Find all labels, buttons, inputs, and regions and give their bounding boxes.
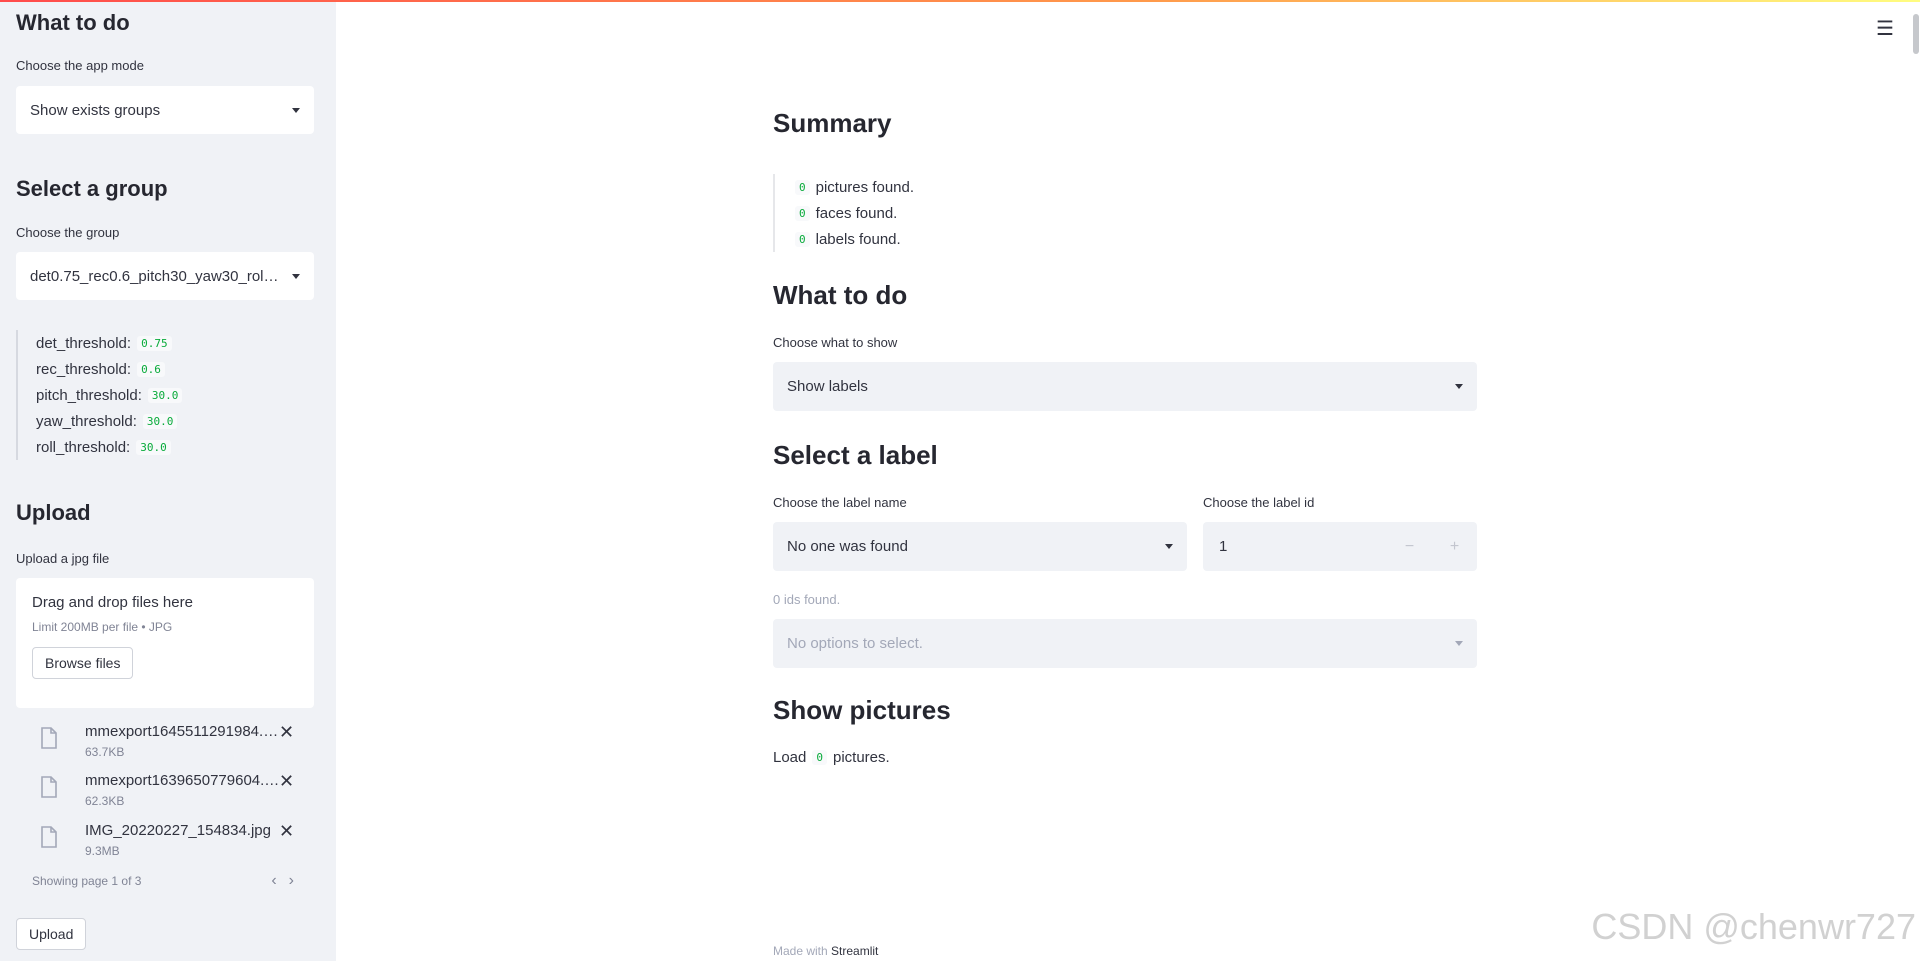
summary-count: 0 xyxy=(795,205,810,221)
file-name: mmexport1639650779604.jpg xyxy=(85,772,281,789)
chevron-down-icon xyxy=(1165,544,1173,549)
plus-icon[interactable]: + xyxy=(1432,522,1477,571)
thresholds-list: det_threshold: 0.75 rec_threshold: 0.6 pit… xyxy=(16,330,306,460)
ids-found-text: 0 ids found. xyxy=(773,592,841,607)
label-name-value: No one was found xyxy=(787,538,908,555)
threshold-value: 30.0 xyxy=(142,413,178,429)
top-decoration-bar xyxy=(0,0,1920,2)
summary-text: pictures found. xyxy=(815,178,915,196)
show-value: Show labels xyxy=(787,378,868,395)
upload-label: Upload a jpg file xyxy=(16,551,110,566)
threshold-name: rec_threshold: xyxy=(36,360,132,378)
summary-list: 0 pictures found. 0 faces found. 0 labels f… xyxy=(773,174,914,252)
sidebar: What to do Choose the app mode Show exis… xyxy=(0,0,336,961)
load-prefix: Load xyxy=(773,749,807,766)
file-dropzone[interactable]: Drag and drop files here Limit 200MB per… xyxy=(16,578,314,708)
group-label: Choose the group xyxy=(16,225,120,240)
show-pictures-title: Show pictures xyxy=(773,695,951,725)
main-content: ☰ Summary 0 pictures found. 0 faces found.… xyxy=(336,0,1920,961)
summary-row: 0 labels found. xyxy=(795,226,914,252)
threshold-value: 0.6 xyxy=(137,361,165,377)
uploaded-file-item: IMG_20220227_154834.jpg 9.3MB ✕ xyxy=(32,821,312,870)
app-mode-label: Choose the app mode xyxy=(16,58,144,73)
scrollbar-thumb[interactable] xyxy=(1913,14,1919,54)
summary-row: 0 pictures found. xyxy=(795,174,914,200)
summary-title: Summary xyxy=(773,108,892,138)
chevron-down-icon xyxy=(1455,384,1463,389)
ids-select-placeholder: No options to select. xyxy=(787,635,923,652)
what-to-do-title: What to do xyxy=(773,280,908,310)
label-id-label: Choose the label id xyxy=(1203,495,1315,510)
app-mode-value: Show exists groups xyxy=(30,101,161,119)
minus-icon[interactable]: − xyxy=(1387,522,1432,571)
close-icon[interactable]: ✕ xyxy=(279,771,294,792)
pager-text: Showing page 1 of 3 xyxy=(32,874,142,888)
ids-select[interactable]: No options to select. xyxy=(773,619,1477,668)
summary-count: 0 xyxy=(795,179,810,195)
threshold-row: pitch_threshold: 30.0 xyxy=(36,382,306,408)
show-label: Choose what to show xyxy=(773,335,898,350)
file-icon xyxy=(41,727,57,749)
file-name: IMG_20220227_154834.jpg xyxy=(85,822,271,839)
sidebar-title-select-group: Select a group xyxy=(16,176,168,201)
chevron-right-icon[interactable]: › xyxy=(289,872,294,890)
file-icon xyxy=(41,826,57,848)
chevron-down-icon xyxy=(292,273,300,279)
file-name: mmexport1645511291984.jpg xyxy=(85,723,281,740)
summary-row: 0 faces found. xyxy=(795,200,914,226)
label-id-stepper[interactable]: 1 − + xyxy=(1203,522,1477,571)
chevron-down-icon xyxy=(1455,641,1463,646)
sidebar-title-upload: Upload xyxy=(16,500,91,525)
label-id-value[interactable]: 1 xyxy=(1203,538,1387,555)
close-icon[interactable]: ✕ xyxy=(279,722,294,743)
group-value: det0.75_rec0.6_pitch30_yaw30_rol… xyxy=(30,267,279,285)
browse-files-button[interactable]: Browse files xyxy=(32,647,134,679)
threshold-value: 30.0 xyxy=(147,387,183,403)
threshold-row: yaw_threshold: 30.0 xyxy=(36,408,306,434)
upload-button[interactable]: Upload xyxy=(16,918,87,950)
threshold-name: roll_threshold: xyxy=(36,438,131,456)
footer-brand-link[interactable]: Streamlit xyxy=(831,944,878,958)
threshold-value: 30.0 xyxy=(136,439,171,455)
chevron-down-icon xyxy=(292,107,300,113)
threshold-value: 0.75 xyxy=(137,335,172,351)
uploaded-file-item: mmexport1639650779604.jpg 62.3KB ✕ xyxy=(32,771,312,820)
file-icon xyxy=(41,776,57,798)
summary-text: faces found. xyxy=(815,204,898,222)
file-size: 9.3MB xyxy=(85,844,120,858)
footer-prefix: Made with xyxy=(773,944,828,958)
group-select[interactable]: det0.75_rec0.6_pitch30_yaw30_rol… xyxy=(16,252,314,300)
threshold-row: roll_threshold: 30.0 xyxy=(36,434,306,460)
file-size: 62.3KB xyxy=(85,794,125,808)
close-icon[interactable]: ✕ xyxy=(279,821,294,842)
hamburger-menu-icon[interactable]: ☰ xyxy=(1876,16,1894,41)
load-pictures-text: Load 0 pictures. xyxy=(773,749,890,766)
file-size: 63.7KB xyxy=(85,745,125,759)
summary-count: 0 xyxy=(795,231,810,247)
sidebar-title-what-to-do: What to do xyxy=(16,10,130,35)
threshold-row: det_threshold: 0.75 xyxy=(36,330,306,356)
footer: Made with Streamlit xyxy=(773,944,878,958)
watermark: CSDN @chenwr727 xyxy=(1591,906,1916,947)
app-mode-select[interactable]: Show exists groups xyxy=(16,86,314,134)
uploaded-file-item: mmexport1645511291984.jpg 63.7KB ✕ xyxy=(32,722,312,771)
dropzone-text: Drag and drop files here xyxy=(32,594,193,611)
scrollbar[interactable] xyxy=(1912,0,1920,961)
select-label-title: Select a label xyxy=(773,440,938,470)
threshold-row: rec_threshold: 0.6 xyxy=(36,356,306,382)
chevron-left-icon[interactable]: ‹ xyxy=(271,872,276,890)
threshold-name: yaw_threshold: xyxy=(36,412,137,430)
show-select[interactable]: Show labels xyxy=(773,362,1477,411)
load-count: 0 xyxy=(812,750,827,765)
threshold-name: pitch_threshold: xyxy=(36,386,142,404)
threshold-name: det_threshold: xyxy=(36,334,132,352)
load-suffix: pictures. xyxy=(833,749,890,766)
label-name-select[interactable]: No one was found xyxy=(773,522,1187,571)
summary-text: labels found. xyxy=(815,230,901,248)
label-name-label: Choose the label name xyxy=(773,495,907,510)
file-pager: Showing page 1 of 3 ‹ › xyxy=(32,872,294,890)
dropzone-limit: Limit 200MB per file • JPG xyxy=(32,620,173,634)
